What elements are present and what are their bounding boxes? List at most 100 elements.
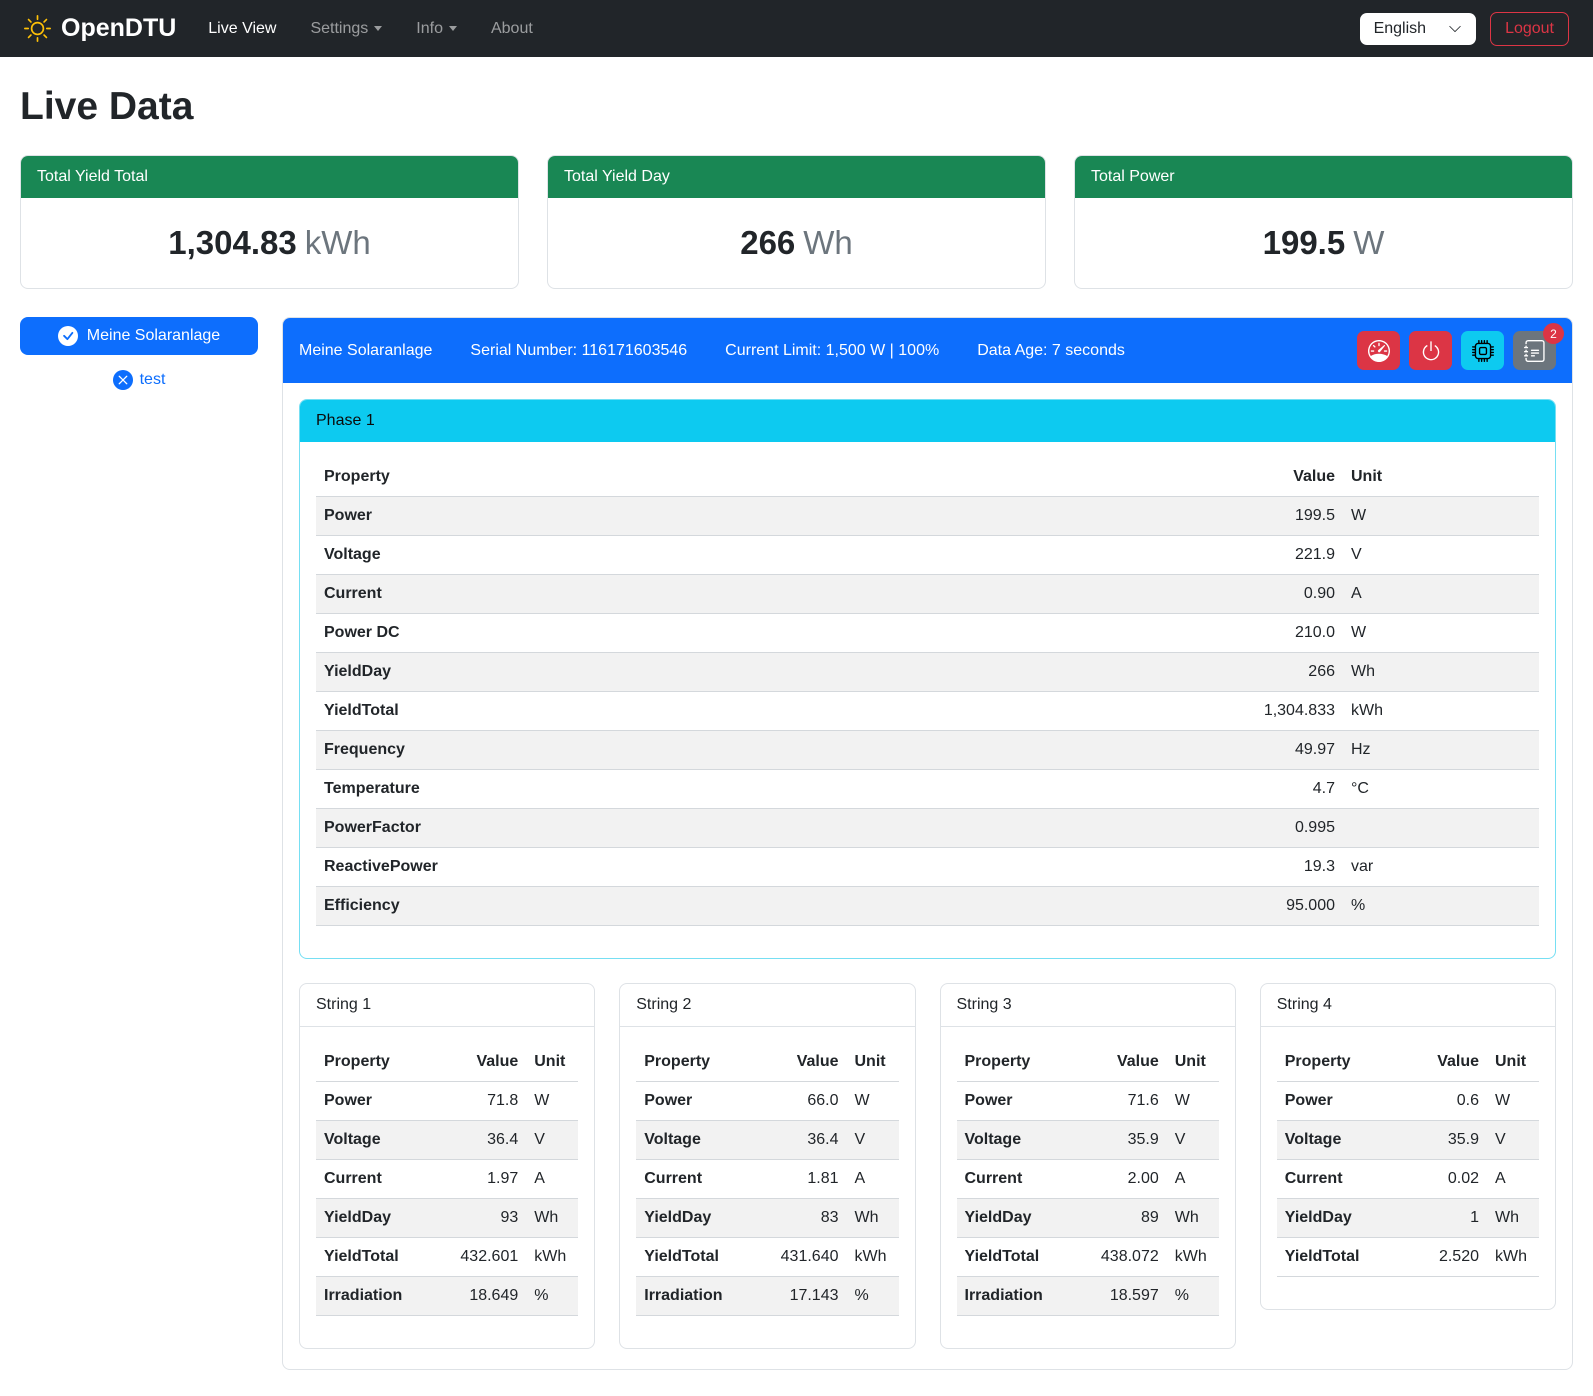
unit-cell: W [526,1082,578,1121]
property-cell: Current [1277,1160,1399,1199]
table-row: Irradiation18.597% [957,1277,1219,1316]
speedometer-icon [1368,340,1390,362]
property-cell: Power [1277,1082,1399,1121]
unit-cell: W [1167,1082,1219,1121]
value-cell: 431.640 [759,1238,847,1277]
value-cell: 35.9 [1079,1121,1167,1160]
brand-link[interactable]: OpenDTU [24,14,176,43]
table-row: YieldTotal438.072kWh [957,1238,1219,1277]
col-value: Value [1399,1043,1487,1082]
property-cell: Voltage [316,536,1223,575]
value-cell: 0.02 [1399,1160,1487,1199]
string-title: String 1 [300,984,594,1027]
value-cell: 0.6 [1399,1082,1487,1121]
inverter-body: Phase 1 Property Value Unit Power199.5WV… [283,383,1572,1369]
property-cell: Irradiation [957,1277,1079,1316]
unit-cell: V [1343,536,1539,575]
property-cell: Current [316,575,1223,614]
unit-cell: W [847,1082,899,1121]
table-header-row: Property Value Unit [636,1043,898,1082]
property-cell: Power [316,1082,438,1121]
unit-cell: V [526,1121,578,1160]
col-unit: Unit [526,1043,578,1082]
property-cell: Frequency [316,731,1223,770]
table-row: Power199.5W [316,497,1539,536]
unit-cell: A [1487,1160,1539,1199]
card-title: Total Yield Total [21,156,518,198]
property-cell: YieldDay [636,1199,758,1238]
property-cell: YieldDay [316,1199,438,1238]
nav-live-view[interactable]: Live View [208,20,276,38]
unit-cell: kWh [1343,692,1539,731]
unit-cell: kWh [1487,1238,1539,1277]
unit-cell: W [1343,614,1539,653]
cpu-icon [1472,340,1494,362]
table-row: Power71.6W [957,1082,1219,1121]
card-unit: W [1353,224,1384,261]
inverter-panel: Meine Solaranlage Serial Number: 1161716… [282,317,1573,1370]
table-row: Voltage35.9V [1277,1121,1539,1160]
caret-down-icon [449,26,457,31]
col-unit: Unit [847,1043,899,1082]
nav-info[interactable]: Info [416,20,457,38]
language-select-value: English [1374,20,1426,38]
event-count-badge: 2 [1543,323,1564,344]
page-title: Live Data [20,85,1573,129]
unit-cell: Wh [526,1199,578,1238]
language-select[interactable]: English [1360,13,1476,45]
inverter-test-link[interactable]: test [113,370,166,390]
check-circle-icon [58,326,78,346]
property-cell: Power [636,1082,758,1121]
unit-cell: A [1167,1160,1219,1199]
unit-cell: A [1343,575,1539,614]
card-value: 1,304.83 [168,224,296,261]
value-cell: 66.0 [759,1082,847,1121]
unit-cell: Hz [1343,731,1539,770]
table-row: Current1.81A [636,1160,898,1199]
unit-cell: % [526,1277,578,1316]
power-button[interactable] [1409,331,1452,370]
col-value: Value [1079,1043,1167,1082]
table-row: Current1.97A [316,1160,578,1199]
inverter-select-button[interactable]: Meine Solaranlage [20,317,258,355]
string-1-table: Property Value Unit Power71.8WVoltage36.… [316,1043,578,1316]
value-cell: 83 [759,1199,847,1238]
inverter-sidebar: Meine Solaranlage test [20,317,258,390]
table-row: Voltage36.4V [316,1121,578,1160]
string-1-card: String 1 Property Value Unit Power71.8WV… [299,983,595,1349]
col-unit: Unit [1343,458,1539,497]
value-cell: 71.6 [1079,1082,1167,1121]
string-title: String 2 [620,984,914,1027]
value-cell: 71.8 [438,1082,526,1121]
property-cell: YieldDay [316,653,1223,692]
col-unit: Unit [1167,1043,1219,1082]
nav-settings[interactable]: Settings [310,20,382,38]
value-cell: 89 [1079,1199,1167,1238]
string-4-table: Property Value Unit Power0.6WVoltage35.9… [1277,1043,1539,1277]
col-property: Property [957,1043,1079,1082]
sun-icon [24,15,51,42]
limit-settings-button[interactable] [1357,331,1400,370]
nav-about[interactable]: About [491,20,533,38]
x-circle-icon [113,370,133,390]
unit-cell: Wh [1487,1199,1539,1238]
property-cell: Current [957,1160,1079,1199]
string-3-table: Property Value Unit Power71.6WVoltage35.… [957,1043,1219,1316]
value-cell: 199.5 [1223,497,1343,536]
logout-button[interactable]: Logout [1490,12,1569,46]
device-info-button[interactable] [1461,331,1504,370]
event-log-button[interactable]: 2 [1513,331,1556,370]
string-2-card: String 2 Property Value Unit Power66.0WV… [619,983,915,1349]
table-row: Power0.6W [1277,1082,1539,1121]
unit-cell: kWh [847,1238,899,1277]
power-icon [1420,340,1442,362]
card-unit: kWh [305,224,371,261]
table-row: Temperature4.7°C [316,770,1539,809]
property-cell: Efficiency [316,887,1223,926]
unit-cell: V [847,1121,899,1160]
unit-cell: kWh [1167,1238,1219,1277]
string-title: String 4 [1261,984,1555,1027]
property-cell: Power [316,497,1223,536]
table-row: Current2.00A [957,1160,1219,1199]
card-title: Total Yield Day [548,156,1045,198]
